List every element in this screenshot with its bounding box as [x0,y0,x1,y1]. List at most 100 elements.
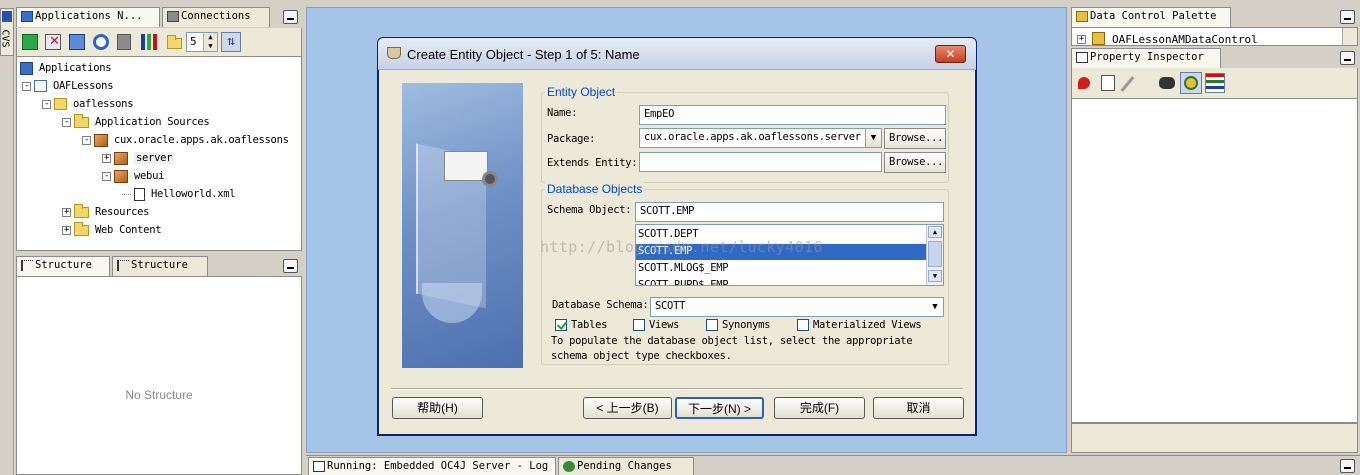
tree-item-label: server [134,152,175,164]
collapse-icon[interactable]: - [62,117,71,127]
tab-property-inspector[interactable]: Property Inspector [1071,48,1221,68]
collapse-icon[interactable]: - [22,81,31,91]
schema-object-item[interactable]: SCOTT.RUPD$_EMP [636,278,926,285]
binoculars-icon[interactable] [1159,77,1175,89]
help-button[interactable]: 帮助(H) [392,397,483,419]
tree-item[interactable]: - Application Sources [62,113,210,131]
dialog-body: Entity Object Name: EmpEO Package: cux.o… [379,70,975,434]
tree-item[interactable]: - cux.oracle.apps.ak.oaflessons [82,131,289,149]
refresh-icon[interactable] [93,34,109,50]
back-button[interactable]: < 上一步(B) [583,397,672,419]
extends-entity-field[interactable] [639,152,882,172]
minimize-button-inspector[interactable] [1340,51,1355,65]
finish-button[interactable]: 完成(F) [774,397,865,419]
tree-item[interactable]: - oaflessons [42,95,134,113]
schema-dropdown-icon[interactable]: ▼ [927,298,943,316]
schema-object-list[interactable]: SCOTT.DEPT SCOTT.EMP SCOTT.MLOG$_EMP SCOTT.… [635,224,944,286]
tab-applications-label: Applications N... [35,10,143,22]
create-entity-dialog: Create Entity Object - Step 1 of 5: Name… [377,37,977,436]
applications-icon [20,61,33,75]
dialog-titlebar[interactable]: Create Entity Object - Step 1 of 5: Name… [378,38,976,70]
schema-object-item[interactable]: SCOTT.DEPT [636,227,926,243]
scroll-up-icon[interactable]: ▲ [928,226,942,238]
edit-properties-icon[interactable] [1101,75,1115,91]
checkbox-tables[interactable] [555,319,567,331]
package-dropdown-icon[interactable]: ▼ [865,129,881,147]
schema-object-field[interactable]: SCOTT.EMP [635,202,944,222]
database-schema-select[interactable]: SCOTT [650,297,944,317]
expand-icon[interactable]: + [62,225,71,235]
dialog-title: Create Entity Object - Step 1 of 5: Name [407,47,640,62]
tab-structure-1[interactable]: Structure [16,256,110,276]
checkbox-synonyms[interactable] [706,319,718,331]
dialog-close-button[interactable]: ✕ [935,45,966,63]
expand-icon[interactable]: + [62,207,71,217]
pending-changes-icon [563,460,575,472]
tab-applications-navigator[interactable]: Applications N... [16,7,160,27]
minimize-button-structure[interactable] [283,259,298,273]
browse-package-button[interactable]: Browse... [884,128,946,149]
collapse-icon[interactable]: - [42,99,51,109]
xml-file-icon [134,187,145,201]
tab-data-control-palette[interactable]: Data Control Palette [1071,7,1231,27]
collapse-icon[interactable]: - [102,171,111,181]
hint-line-2: schema object type checkboxes. [551,350,732,362]
tab-data-control-palette-label: Data Control Palette [1090,10,1217,22]
next-button[interactable]: 下一步(N) > [675,397,764,419]
folder-icon [74,113,89,128]
collapse-icon[interactable]: - [82,135,91,145]
palette-scroll-icon[interactable] [1342,28,1357,45]
minimize-button-log[interactable] [1340,459,1355,473]
checkbox-views[interactable] [633,319,645,331]
sort-icon[interactable]: ⇅ [221,32,241,52]
tree-item[interactable]: Applications [20,59,112,77]
tab-structure-2[interactable]: Structure [112,256,208,276]
list-scrollbar[interactable]: ▲ ▼ [926,225,943,285]
properties-icon[interactable] [117,34,131,50]
schema-object-item[interactable]: SCOTT.MLOG$_EMP [636,261,926,277]
package-field[interactable]: cux.oracle.apps.ak.oaflessons.server [639,128,882,148]
tree-line [122,193,131,195]
expand-icon[interactable]: + [102,153,111,163]
tree-item-label: Helloworld.xml [151,188,236,200]
tab-connections[interactable]: Connections [162,7,270,27]
tree-item-label: webui [134,170,165,182]
spinner-arrows-icon[interactable]: ▲ ▼ [203,33,217,51]
pin-icon[interactable] [1078,77,1090,89]
toggle-view-icon[interactable] [1180,72,1202,94]
cvs-side-tab[interactable]: CVS [0,8,14,56]
tree-item[interactable]: - OAFLessons [22,77,114,95]
cancel-button[interactable]: 取消 [873,397,964,419]
workspace-icon [34,80,47,92]
tab-structure-2-label: Structure [131,259,188,271]
categories-icon[interactable] [1205,73,1225,93]
tab-pending-changes[interactable]: Pending Changes [558,457,694,475]
schema-object-item[interactable]: SCOTT.EMP [636,244,926,260]
tree-item[interactable]: + server [102,149,175,167]
open-folder-icon[interactable] [167,35,182,49]
new-icon[interactable] [22,34,38,50]
tree-item[interactable]: + Web Content [62,221,162,239]
package-icon [114,151,128,165]
minimize-button-navigator[interactable] [283,10,298,24]
scroll-down-icon[interactable]: ▼ [928,270,942,282]
chart-icon[interactable] [141,34,157,50]
tab-pending-changes-label: Pending Changes [577,460,672,472]
cvs-icon [2,11,12,22]
name-field[interactable]: EmpEO [639,105,946,125]
scroll-thumb[interactable] [928,241,942,267]
tree-item[interactable]: - webui [102,167,164,185]
expand-datacontrol-icon[interactable]: + [1077,35,1086,44]
pencil-icon[interactable] [1120,76,1135,92]
minimize-button-palette[interactable] [1340,10,1355,24]
tree-item[interactable]: + Resources [62,203,150,221]
find-icon[interactable] [69,34,85,50]
checkbox-materialized-views[interactable] [797,319,809,331]
side-strip [0,8,14,475]
delete-icon[interactable]: ✕ [45,34,61,50]
tree-item[interactable]: Helloworld.xml [122,185,236,203]
tab-running-log[interactable]: Running: Embedded OC4J Server - Log [308,457,556,475]
inspector-footer [1071,423,1358,453]
browse-extends-button[interactable]: Browse... [884,152,946,173]
structure-panel: No Structure [16,276,302,475]
